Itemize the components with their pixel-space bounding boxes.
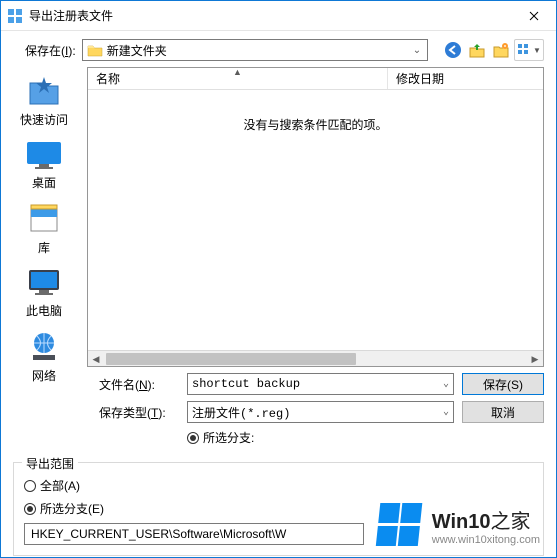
new-folder-button[interactable] bbox=[490, 39, 512, 61]
watermark: Win10之家 www.win10xitong.com bbox=[378, 503, 540, 547]
chevron-down-icon: ▼ bbox=[533, 46, 541, 55]
save-in-path: 新建文件夹 bbox=[107, 42, 167, 59]
watermark-brand: Win10之家 bbox=[432, 505, 531, 534]
chevron-down-icon: ⌄ bbox=[443, 406, 449, 418]
up-one-level-button[interactable] bbox=[466, 39, 488, 61]
list-header: ▲ 名称 修改日期 bbox=[88, 68, 543, 90]
empty-message: 没有与搜索条件匹配的项。 bbox=[88, 90, 543, 350]
encoding-radio[interactable]: 所选分支: bbox=[187, 429, 254, 446]
place-network[interactable]: 网络 bbox=[9, 331, 79, 384]
filename-label: 文件名(N): bbox=[99, 376, 179, 393]
view-menu-button[interactable]: ▼ bbox=[514, 39, 544, 61]
horizontal-scrollbar[interactable]: ◀ ▶ bbox=[88, 350, 543, 366]
nav-toolbar: ▼ bbox=[442, 39, 544, 61]
window-title: 导出注册表文件 bbox=[29, 7, 511, 24]
place-desktop[interactable]: 桌面 bbox=[9, 140, 79, 191]
scroll-left-button[interactable]: ◀ bbox=[88, 351, 104, 367]
save-in-label: 保存在(I): bbox=[25, 42, 76, 59]
scroll-right-button[interactable]: ▶ bbox=[527, 351, 543, 367]
radio-checked-icon bbox=[187, 432, 199, 444]
form-area: 文件名(N): shortcut backup ⌄ 保存(S) 保存类型(T):… bbox=[1, 367, 556, 458]
chevron-down-icon: ⌄ bbox=[409, 45, 425, 56]
radio-unchecked-icon bbox=[24, 480, 36, 492]
back-button[interactable] bbox=[442, 39, 464, 61]
radio-checked-icon bbox=[24, 503, 36, 515]
place-libraries[interactable]: 库 bbox=[9, 203, 79, 256]
cancel-button[interactable]: 取消 bbox=[462, 401, 544, 423]
close-button[interactable] bbox=[511, 1, 556, 30]
export-scope-legend: 导出范围 bbox=[22, 455, 78, 472]
column-date[interactable]: 修改日期 bbox=[388, 68, 543, 89]
sort-asc-icon: ▲ bbox=[233, 67, 242, 77]
place-this-pc[interactable]: 此电脑 bbox=[9, 268, 79, 319]
file-list: ▲ 名称 修改日期 没有与搜索条件匹配的项。 ◀ ▶ bbox=[87, 67, 544, 367]
save-button[interactable]: 保存(S) bbox=[462, 373, 544, 395]
scope-all-radio[interactable]: 全部(A) bbox=[24, 477, 533, 494]
places-bar: 快速访问 桌面 库 此电脑 bbox=[1, 67, 87, 367]
main-area: 快速访问 桌面 库 此电脑 bbox=[1, 67, 556, 367]
windows-logo-icon bbox=[375, 503, 424, 547]
folder-icon bbox=[87, 43, 103, 57]
filename-input[interactable]: shortcut backup ⌄ bbox=[187, 373, 454, 395]
scrollbar-thumb[interactable] bbox=[106, 353, 356, 365]
save-in-combobox[interactable]: 新建文件夹 ⌄ bbox=[82, 39, 428, 61]
filetype-select[interactable]: 注册文件(*.reg) ⌄ bbox=[187, 401, 454, 423]
titlebar: 导出注册表文件 bbox=[1, 1, 556, 31]
place-quick-access[interactable]: 快速访问 bbox=[9, 73, 79, 128]
filetype-label: 保存类型(T): bbox=[99, 404, 179, 421]
watermark-url: www.win10xitong.com bbox=[432, 534, 540, 546]
column-name[interactable]: ▲ 名称 bbox=[88, 68, 388, 89]
app-icon bbox=[7, 8, 23, 24]
save-in-row: 保存在(I): 新建文件夹 ⌄ ▼ bbox=[1, 31, 556, 67]
scope-path-input[interactable]: HKEY_CURRENT_USER\Software\Microsoft\W bbox=[24, 523, 364, 545]
chevron-down-icon: ⌄ bbox=[443, 378, 449, 390]
